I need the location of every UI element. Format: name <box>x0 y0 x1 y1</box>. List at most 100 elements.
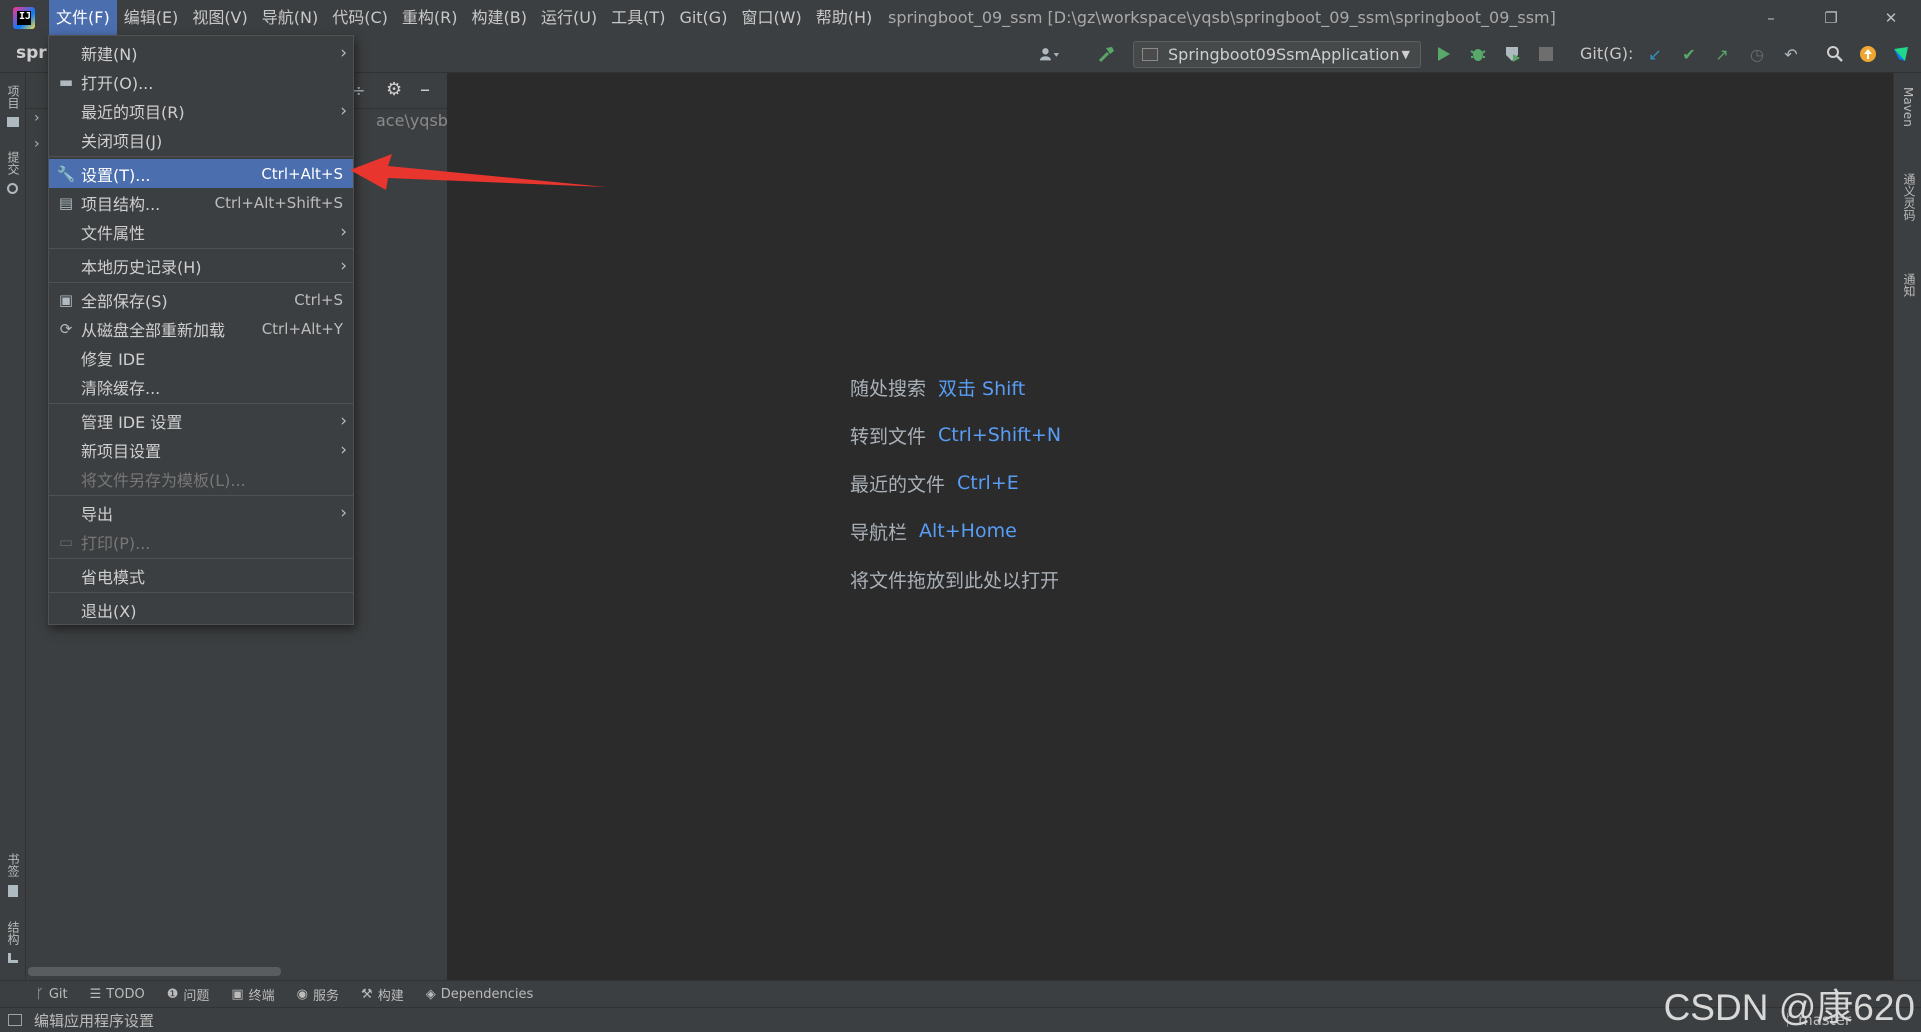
menu-item-exit[interactable]: 退出(X) <box>49 595 353 624</box>
menu-view[interactable]: 视图(V) <box>185 0 254 35</box>
menu-item-invalidate-caches[interactable]: 清除缓存... <box>49 372 353 401</box>
left-tool-stripe: 项目 提交 书签 结构 <box>0 73 26 980</box>
expand-icon[interactable]: ÷ <box>352 81 365 100</box>
hide-panel-icon[interactable]: – <box>420 77 430 101</box>
menu-item-file-properties[interactable]: 文件属性 › <box>49 217 353 246</box>
menu-navigate[interactable]: 导航(N) <box>255 0 325 35</box>
menu-item-new-project-setup[interactable]: 新项目设置 › <box>49 435 353 464</box>
stripe-commit-tab[interactable]: 提交 <box>5 151 22 175</box>
history-icon[interactable]: ◷ <box>1747 44 1767 64</box>
menu-item-project-structure[interactable]: ▤ 项目结构... Ctrl+Alt+Shift+S <box>49 188 353 217</box>
git-push-icon[interactable]: ↗ <box>1712 44 1732 64</box>
stripe-notifications-tab[interactable]: 通知 <box>1901 273 1918 297</box>
menu-item-label: 从磁盘全部重新加载 <box>81 320 226 340</box>
tab-problems[interactable]: ❶ 问题 <box>167 985 210 1004</box>
application-icon <box>1142 48 1158 61</box>
menu-item-shortcut: Ctrl+S <box>294 290 343 309</box>
menu-item-print: ▭ 打印(P)... <box>49 527 353 556</box>
menu-item-repair-ide[interactable]: 修复 IDE <box>49 343 353 372</box>
menu-code[interactable]: 代码(C) <box>325 0 395 35</box>
status-text: 编辑应用程序设置 <box>34 1011 155 1030</box>
gear-icon[interactable]: ⚙ <box>386 79 402 100</box>
menu-edit[interactable]: 编辑(E) <box>117 0 186 35</box>
tab-git[interactable]: ᚴ Git <box>36 987 68 1002</box>
menu-item-local-history[interactable]: 本地历史记录(H) › <box>49 251 353 280</box>
rollback-icon[interactable]: ↶ <box>1781 44 1801 64</box>
user-icon[interactable] <box>1040 44 1060 64</box>
project-tree-path[interactable]: ace\yqsb\spr <box>376 111 448 130</box>
git-label: Git(G): <box>1580 44 1634 63</box>
menu-help[interactable]: 帮助(H) <box>809 0 880 35</box>
run-configuration-select[interactable]: Springboot09SsmApplication ▼ <box>1133 41 1421 68</box>
tab-dependencies[interactable]: ◈ Dependencies <box>426 987 534 1002</box>
menu-git[interactable]: Git(G) <box>672 0 734 35</box>
folder-icon: ▬ <box>58 73 74 91</box>
close-button[interactable]: ✕ <box>1861 0 1921 35</box>
coverage-icon[interactable] <box>1502 44 1522 64</box>
menu-item-close-project[interactable]: 关闭项目(J) <box>49 125 353 154</box>
chevron-down-icon: ▼ <box>1401 48 1410 61</box>
ai-assistant-icon[interactable] <box>1891 44 1911 64</box>
terminal-icon: ▣ <box>231 986 244 1002</box>
editor-area[interactable]: 随处搜索 双击 Shift 转到文件 Ctrl+Shift+N 最近的文件 Ct… <box>449 73 1893 980</box>
menu-item-shortcut: Ctrl+Alt+S <box>261 164 343 183</box>
menu-build[interactable]: 构建(B) <box>465 0 534 35</box>
menu-item-label: 新项目设置 <box>81 441 162 461</box>
git-branch-icon: ᚴ <box>36 986 44 1002</box>
git-update-icon[interactable]: ↙ <box>1645 44 1665 64</box>
menu-item-power-save-mode[interactable]: 省电模式 <box>49 561 353 590</box>
menu-refactor[interactable]: 重构(R) <box>395 0 465 35</box>
menu-item-export[interactable]: 导出 › <box>49 498 353 527</box>
hint-row: 最近的文件 Ctrl+E <box>850 459 1071 507</box>
menu-item-recent-projects[interactable]: 最近的项目(R) › <box>49 96 353 125</box>
git-commit-icon[interactable]: ✔ <box>1679 44 1699 64</box>
menu-file[interactable]: 文件(F) <box>49 0 117 35</box>
menu-item-shortcut: Ctrl+Alt+Shift+S <box>214 193 343 212</box>
run-icon[interactable] <box>1434 44 1454 64</box>
tab-label: 构建 <box>377 988 404 1004</box>
menu-item-new[interactable]: 新建(N) › <box>49 38 353 67</box>
tab-build[interactable]: ⚒ 构建 <box>361 985 404 1004</box>
stripe-maven-tab[interactable]: Maven <box>1901 87 1915 127</box>
tree-chevron-icon[interactable]: › <box>34 136 40 152</box>
menu-item-label: 最近的项目(R) <box>81 102 185 122</box>
menu-item-open[interactable]: ▬ 打开(O)... <box>49 67 353 96</box>
hint-label: 导航栏 <box>850 521 908 544</box>
menu-item-save-all[interactable]: ▣ 全部保存(S) Ctrl+S <box>49 285 353 314</box>
menu-tools[interactable]: 工具(T) <box>604 0 672 35</box>
editor-hints: 随处搜索 双击 Shift 转到文件 Ctrl+Shift+N 最近的文件 Ct… <box>850 363 1071 603</box>
menu-item-settings[interactable]: 🔧 设置(T)... Ctrl+Alt+S <box>49 159 353 188</box>
hint-label: 转到文件 <box>850 425 927 448</box>
search-icon[interactable] <box>1825 44 1845 64</box>
csdn-watermark: CSDN @康620 <box>1663 987 1915 1028</box>
stop-icon[interactable] <box>1536 44 1556 64</box>
menu-item-label: 新建(N) <box>81 44 138 64</box>
menu-window[interactable]: 窗口(W) <box>734 0 808 35</box>
tab-services[interactable]: ◉ 服务 <box>297 985 339 1004</box>
menu-item-shortcut: Ctrl+Alt+Y <box>261 319 343 338</box>
tree-chevron-icon[interactable]: › <box>34 110 40 126</box>
debug-icon[interactable] <box>1468 44 1488 64</box>
tab-terminal[interactable]: ▣ 终端 <box>231 985 274 1004</box>
tab-todo[interactable]: ☰ TODO <box>90 987 145 1002</box>
update-icon[interactable] <box>1858 44 1878 64</box>
stripe-bookmarks-tab[interactable]: 书签 <box>5 853 22 877</box>
reload-icon: ⟳ <box>59 320 73 338</box>
window-layout-icon[interactable] <box>8 1014 22 1026</box>
status-bar: 编辑应用程序设置 ᚴ master <box>0 1007 1921 1032</box>
tab-label: Dependencies <box>440 986 534 1002</box>
stripe-tongyi-tab[interactable]: 通义灵码 <box>1901 173 1918 221</box>
build-hammer-icon[interactable] <box>1097 44 1117 64</box>
menu-run[interactable]: 运行(U) <box>534 0 604 35</box>
horizontal-scrollbar[interactable] <box>28 967 281 976</box>
hint-row: 将文件拖放到此处以打开 <box>850 555 1071 603</box>
hint-row: 导航栏 Alt+Home <box>850 507 1071 555</box>
minimize-button[interactable]: – <box>1741 0 1801 35</box>
stripe-structure-tab[interactable]: 结构 <box>5 921 22 945</box>
bookmark-icon <box>8 885 18 897</box>
stripe-project-tab[interactable]: 项目 <box>5 85 22 109</box>
hint-row: 转到文件 Ctrl+Shift+N <box>850 411 1071 459</box>
menu-item-manage-ide-settings[interactable]: 管理 IDE 设置 › <box>49 406 353 435</box>
restore-button[interactable]: ❐ <box>1801 0 1861 35</box>
menu-item-reload-from-disk[interactable]: ⟳ 从磁盘全部重新加载 Ctrl+Alt+Y <box>49 314 353 343</box>
